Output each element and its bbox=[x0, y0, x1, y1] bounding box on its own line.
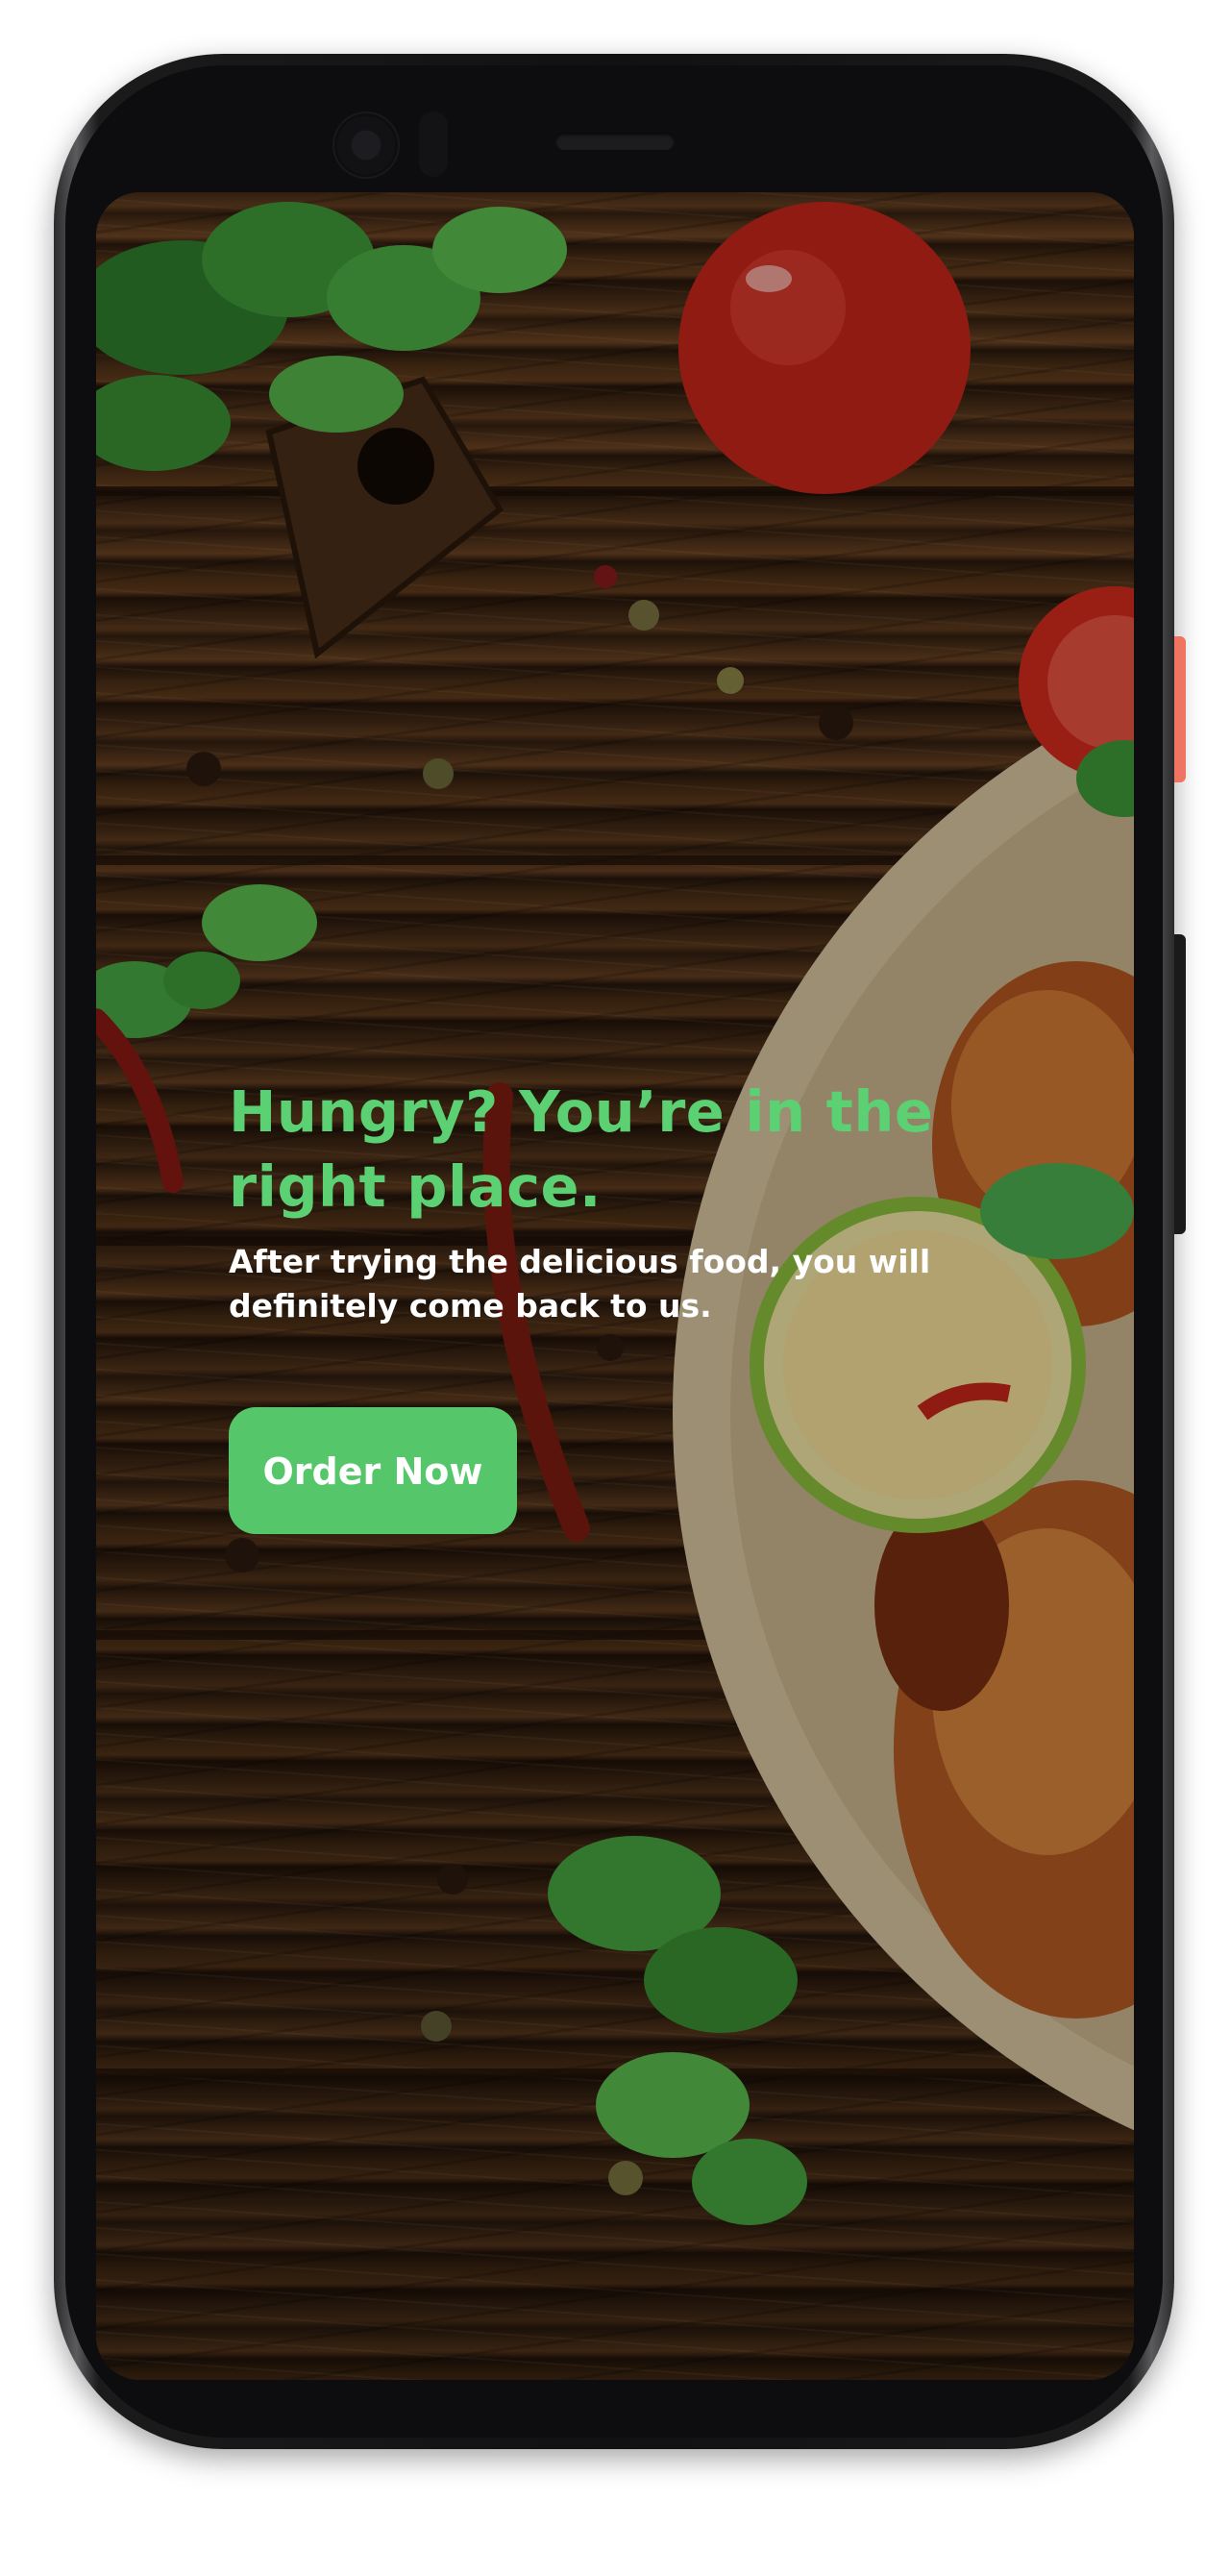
front-camera-icon bbox=[332, 111, 400, 179]
hero-title: Hungry? You’re in the right place. bbox=[229, 1078, 934, 1220]
sensor-icon bbox=[419, 111, 448, 177]
volume-button bbox=[1174, 934, 1186, 1234]
power-button bbox=[1174, 636, 1186, 782]
order-now-button[interactable]: Order Now bbox=[229, 1407, 517, 1534]
earpiece-speaker bbox=[555, 133, 675, 150]
hero-subtitle: After trying the delicious food, you wil… bbox=[229, 1243, 931, 1325]
hero-section: Hungry? You’re in the right place. After… bbox=[229, 1075, 1074, 1534]
stage: Hungry? You’re in the right place. After… bbox=[0, 0, 1230, 2576]
